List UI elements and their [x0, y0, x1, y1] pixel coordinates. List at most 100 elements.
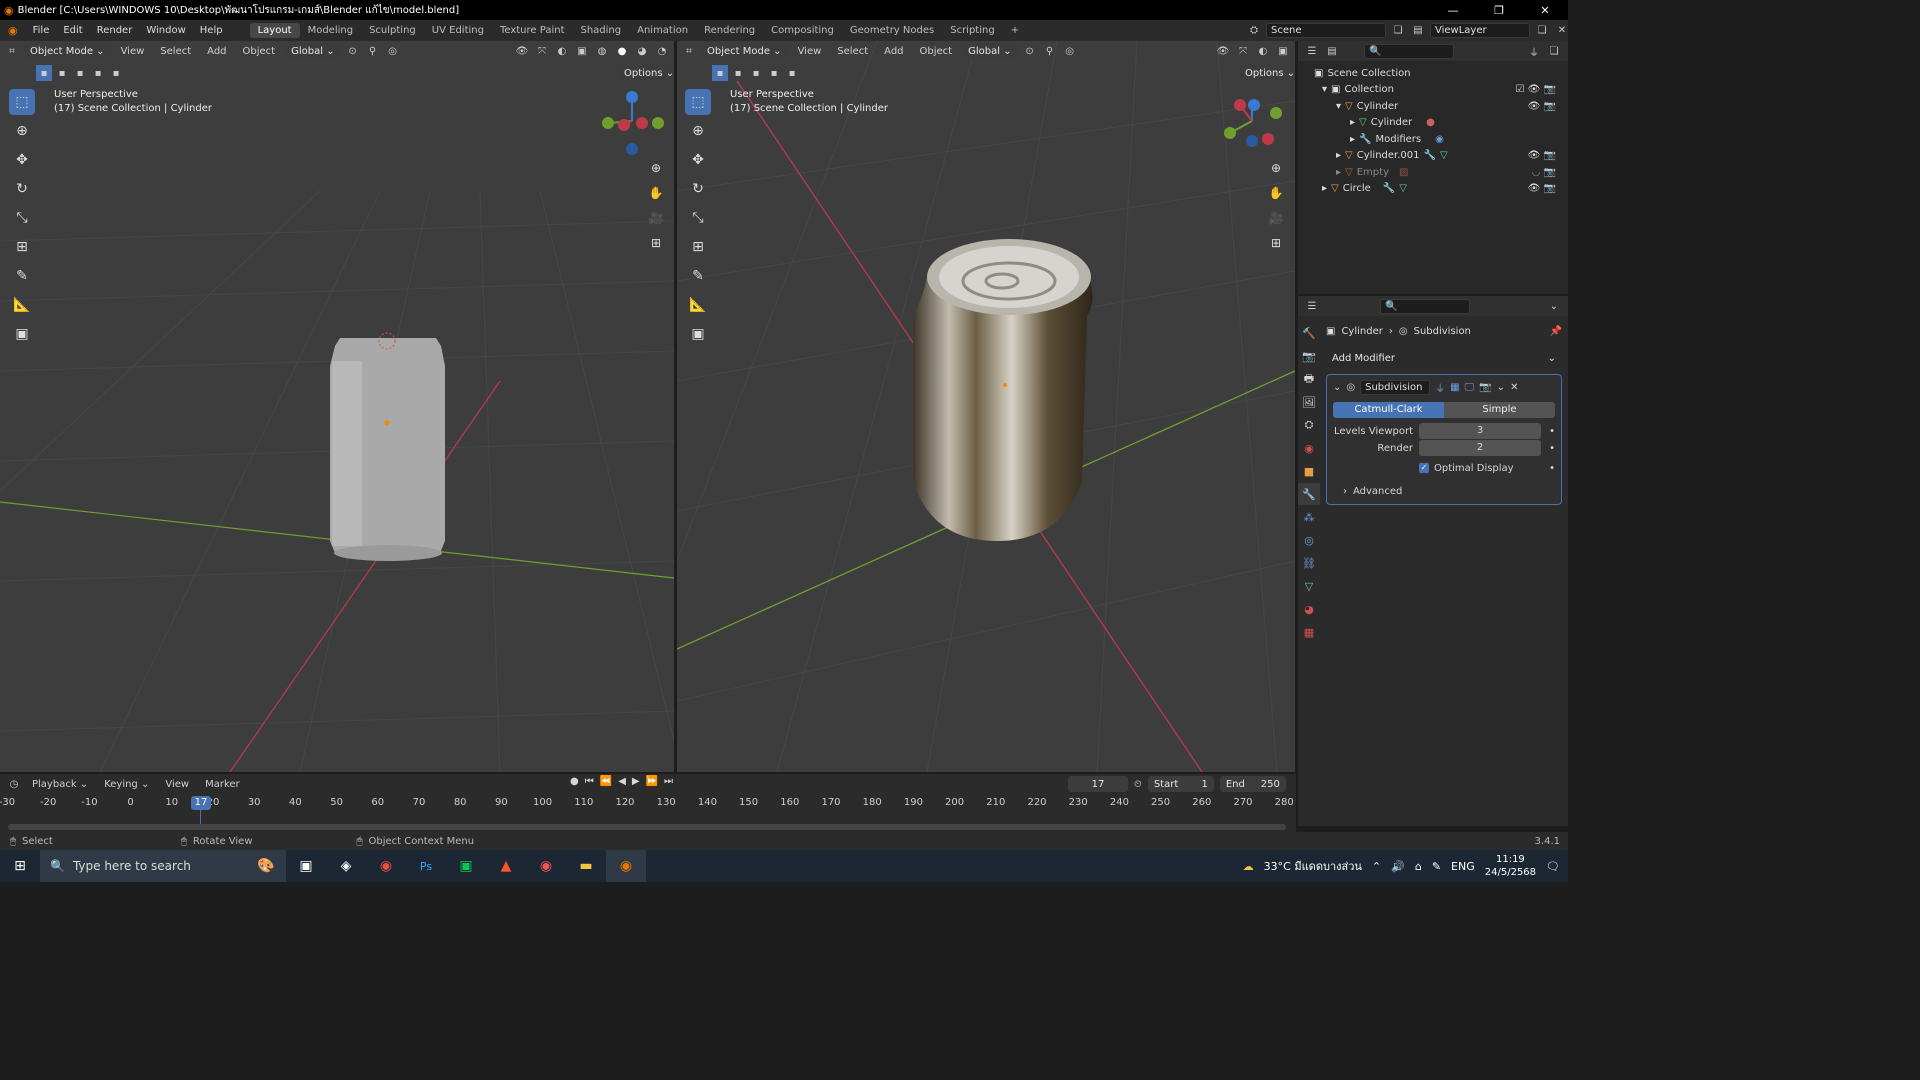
- options-button-right[interactable]: Options ⌄: [1239, 65, 1295, 81]
- select-invert-icon-right[interactable]: ▪: [766, 65, 782, 81]
- wireframe-shading-icon[interactable]: ◍: [594, 43, 610, 59]
- tab-geometry-nodes[interactable]: Geometry Nodes: [842, 23, 942, 38]
- next-key-icon[interactable]: ⏩: [646, 776, 658, 787]
- scene-tab-icon[interactable]: ⛭: [1298, 414, 1320, 436]
- playback-menu[interactable]: Playback ⌄: [26, 779, 94, 790]
- new-view-layer-icon[interactable]: ❏: [1534, 22, 1550, 38]
- properties-type-icon[interactable]: ☰: [1304, 298, 1320, 314]
- navigation-gizmo-right[interactable]: [1222, 91, 1292, 151]
- filter-icon[interactable]: ⏚: [1526, 43, 1542, 59]
- view-layer-icon[interactable]: ▤: [1410, 22, 1426, 38]
- camera-icon[interactable]: 🎥: [645, 207, 667, 229]
- pen-icon[interactable]: ✎: [1432, 860, 1441, 873]
- particles-tab-icon[interactable]: ⁂: [1298, 506, 1320, 528]
- modifier-name-field[interactable]: Subdivision: [1360, 379, 1431, 395]
- minimize-icon[interactable]: —: [1430, 0, 1476, 20]
- start-frame-field[interactable]: Start 1: [1147, 776, 1214, 792]
- select-extend-icon[interactable]: ▪: [54, 65, 70, 81]
- scale-tool-icon-right[interactable]: ⤡: [685, 205, 711, 231]
- keying-menu[interactable]: Keying ⌄: [98, 779, 155, 790]
- options-button[interactable]: Options ⌄: [618, 65, 674, 81]
- texture-tab-icon[interactable]: ▦: [1298, 621, 1320, 643]
- material-tab-icon[interactable]: ◕: [1298, 598, 1320, 620]
- pivot-icon[interactable]: ⊙: [345, 43, 361, 59]
- move-tool-icon-right[interactable]: ✥: [685, 147, 711, 173]
- new-collection-icon[interactable]: ❏: [1546, 43, 1562, 59]
- view-layer-field[interactable]: ViewLayer: [1430, 22, 1530, 38]
- delete-modifier-icon[interactable]: ✕: [1510, 382, 1518, 393]
- zoom-icon-right[interactable]: ⊕: [1265, 157, 1287, 179]
- keyframe-dot-icon[interactable]: •: [1549, 463, 1555, 474]
- brave-icon[interactable]: ▲: [486, 850, 526, 882]
- cylinder001-toggles[interactable]: 👁 📷: [1528, 150, 1556, 161]
- windows-start-icon[interactable]: ⊞: [0, 850, 40, 882]
- notification-icon[interactable]: 🗨: [1546, 860, 1560, 873]
- editor-type-icon[interactable]: ⌗: [4, 43, 20, 59]
- tab-modeling[interactable]: Modeling: [300, 23, 362, 38]
- tab-layout[interactable]: Layout: [249, 23, 300, 38]
- optimal-display-checkbox[interactable]: ✓: [1419, 463, 1429, 473]
- select-extend-icon-right[interactable]: ▪: [730, 65, 746, 81]
- circle-toggles[interactable]: 👁 📷: [1528, 183, 1556, 194]
- material-shading-icon[interactable]: ◕: [634, 43, 650, 59]
- move-tool-icon[interactable]: ✥: [9, 147, 35, 173]
- jump-end-icon[interactable]: ⏭: [664, 776, 673, 787]
- keyframe-dot-icon[interactable]: •: [1541, 426, 1555, 437]
- view-layer-tab-icon[interactable]: 🖼: [1298, 391, 1320, 413]
- outliner-row-cylinder-mesh[interactable]: ▸ ▽ Cylinder ●: [1314, 115, 1568, 132]
- line-icon[interactable]: ▣: [446, 850, 486, 882]
- tool-tab-icon[interactable]: 🔨: [1298, 322, 1320, 344]
- viewport-right[interactable]: ⌗ Object Mode ⌄ View Select Add Object G…: [677, 41, 1295, 772]
- ortho-grid-icon-right[interactable]: ⊞: [1265, 232, 1287, 254]
- ortho-grid-icon[interactable]: ⊞: [645, 232, 667, 254]
- modifier-tab-icon[interactable]: 🔧: [1298, 483, 1320, 505]
- select-invert-icon[interactable]: ▪: [90, 65, 106, 81]
- menu-render[interactable]: Render: [90, 25, 140, 36]
- menu-file[interactable]: File: [26, 25, 57, 36]
- visibility-icon-right[interactable]: 👁: [1215, 43, 1231, 59]
- viewport-left[interactable]: ⌗ Object Mode ⌄ View Select Add Object G…: [0, 41, 674, 772]
- menu-window[interactable]: Window: [139, 25, 192, 36]
- tab-shading[interactable]: Shading: [572, 23, 629, 38]
- remove-view-layer-icon[interactable]: ✕: [1554, 22, 1570, 38]
- jump-start-icon[interactable]: ⏮: [585, 776, 594, 787]
- timeline-scrollbar[interactable]: [8, 824, 1286, 830]
- menu-help[interactable]: Help: [193, 25, 230, 36]
- edit-mode-icon[interactable]: ▦: [1450, 382, 1459, 393]
- play-icon[interactable]: ▶: [632, 776, 640, 787]
- menu-edit[interactable]: Edit: [56, 25, 89, 36]
- simple-button[interactable]: Simple: [1444, 402, 1555, 418]
- select-box-tool-icon[interactable]: ⬚: [9, 89, 35, 115]
- prev-key-icon[interactable]: ⏪: [600, 776, 612, 787]
- outliner-row-circle[interactable]: ▸ ▽ Circle 🔧 ▽ 👁 📷: [1314, 181, 1568, 198]
- add-modifier-dropdown[interactable]: Add Modifier ⌄: [1326, 350, 1562, 366]
- cursor-tool-icon[interactable]: ⊕: [9, 118, 35, 144]
- tab-sculpting[interactable]: Sculpting: [361, 23, 424, 38]
- scale-tool-icon[interactable]: ⤡: [9, 205, 35, 231]
- pin-icon[interactable]: 📌: [1550, 326, 1562, 337]
- navigation-gizmo[interactable]: [598, 87, 668, 157]
- options-chevron-icon[interactable]: ⌄: [1546, 298, 1562, 314]
- xray-icon[interactable]: ▣: [574, 43, 590, 59]
- weather-icon[interactable]: ☁: [1243, 860, 1254, 873]
- messenger-icon[interactable]: ◉: [526, 850, 566, 882]
- dropdown-icon[interactable]: ⌄: [1497, 382, 1505, 393]
- current-frame-field[interactable]: 17: [1068, 776, 1128, 792]
- proportional-icon-right[interactable]: ◎: [1062, 43, 1078, 59]
- scene-icon[interactable]: ⛭: [1246, 22, 1262, 38]
- constraints-tab-icon[interactable]: ⛓: [1298, 552, 1320, 574]
- select-menu[interactable]: Select: [154, 46, 197, 57]
- new-scene-icon[interactable]: ❏: [1390, 22, 1406, 38]
- transform-tool-icon[interactable]: ⊞: [9, 234, 35, 260]
- cylinder-toggles[interactable]: 👁 📷: [1528, 101, 1556, 112]
- clock[interactable]: 11:19 24/5/2568: [1485, 853, 1536, 879]
- overlay-icon-right[interactable]: ◐: [1255, 43, 1271, 59]
- collection-toggles[interactable]: ☑ 👁 📷: [1516, 84, 1556, 95]
- snap-icon[interactable]: ⚲: [365, 43, 381, 59]
- language-indicator[interactable]: ENG: [1451, 860, 1475, 873]
- tab-animation[interactable]: Animation: [629, 23, 696, 38]
- xray-icon-right[interactable]: ▣: [1275, 43, 1291, 59]
- camera-icon-right[interactable]: 🎥: [1265, 207, 1287, 229]
- timeline-view-menu[interactable]: View: [159, 779, 195, 790]
- transform-orientation-dropdown[interactable]: Global ⌄: [285, 43, 341, 59]
